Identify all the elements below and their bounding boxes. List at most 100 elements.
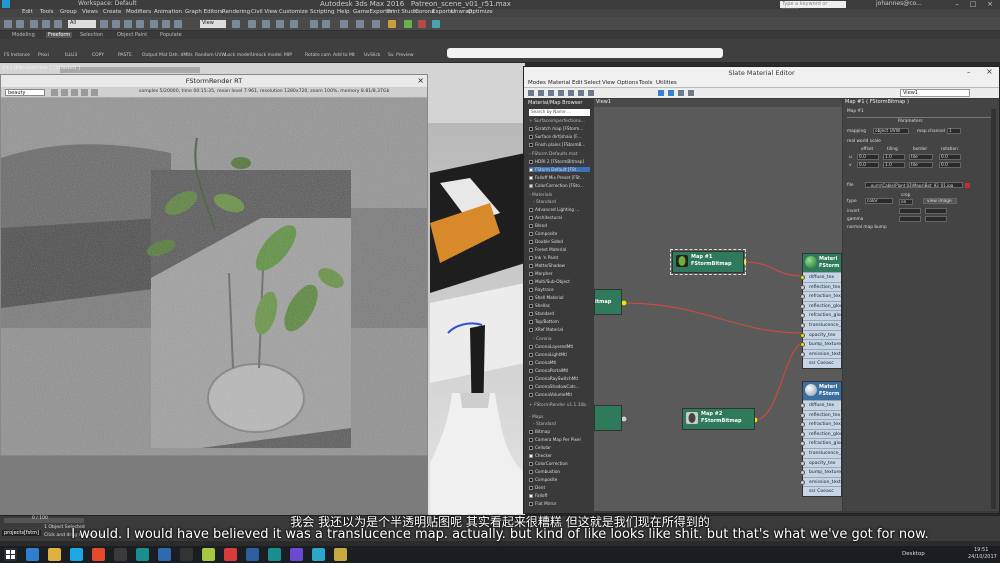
layout-icon[interactable] — [588, 90, 594, 96]
browser-group-header[interactable]: - Materials — [529, 193, 552, 198]
lay-out-children-icon[interactable] — [668, 90, 674, 96]
browser-item[interactable]: Forest Material — [529, 247, 566, 252]
show-background-icon[interactable] — [578, 90, 584, 96]
tab-populate[interactable]: Populate — [160, 32, 182, 38]
tool-lock-model[interactable]: Lock model — [225, 53, 251, 58]
slot-socket-icon[interactable] — [800, 332, 805, 338]
param-scrollbar[interactable] — [991, 109, 996, 509]
browser-subgroup-header[interactable]: - Standard — [533, 200, 556, 205]
slot-socket-icon[interactable] — [800, 303, 805, 309]
tab-modeling[interactable]: Modeling — [12, 32, 35, 38]
browser-group-header[interactable]: - Maps — [529, 415, 544, 420]
select-icon[interactable] — [100, 20, 108, 28]
render-preview[interactable] — [1, 98, 427, 455]
window-crossing-icon[interactable] — [136, 20, 144, 28]
menu-civil-view[interactable]: Civil View — [251, 9, 277, 15]
material1-node[interactable]: Materi FStorm diffuse_tex reflection_tex… — [800, 253, 846, 369]
slot-ssr[interactable]: ssr Coeasc — [803, 358, 841, 368]
slot-diffuse[interactable]: diffuse_tex — [800, 400, 841, 410]
browser-item[interactable]: Composite — [529, 477, 557, 482]
slot-bump[interactable]: bump_texture — [800, 339, 841, 349]
angle-snap-icon[interactable] — [262, 20, 270, 28]
browser-item[interactable]: Falloff Mix Preset [FSt... — [529, 175, 584, 180]
tool-output-mat[interactable]: Output Mat — [142, 53, 167, 58]
sme-menu-view[interactable]: View — [602, 80, 615, 86]
menu-optimize[interactable]: Optimize — [468, 9, 493, 15]
tool-uvslick[interactable]: UvSlick — [364, 53, 380, 58]
slot-socket-icon[interactable] — [800, 441, 805, 447]
scale-icon[interactable] — [174, 20, 182, 28]
tool-rotate-cam[interactable]: Rotate cam — [305, 53, 331, 58]
close-icon[interactable]: × — [983, 0, 997, 9]
mapping-dropdown[interactable]: object UVW — [873, 128, 909, 134]
browser-item[interactable]: Dent — [529, 485, 545, 490]
slot-socket-icon[interactable] — [800, 422, 805, 428]
move-children-icon[interactable] — [558, 90, 564, 96]
slot-socket-icon[interactable] — [800, 342, 805, 348]
render-frame-icon[interactable] — [418, 20, 426, 28]
slot-opacity[interactable]: opacity_tex — [800, 457, 841, 468]
slot-emission[interactable]: emission_textu — [800, 476, 844, 487]
curve-editor-icon[interactable] — [356, 20, 364, 28]
spinner-snap-icon[interactable] — [290, 20, 298, 28]
align-icon[interactable] — [322, 20, 330, 28]
tiling-v-spinner[interactable]: 1.0 — [883, 162, 905, 168]
delete-icon[interactable] — [548, 90, 554, 96]
app-icon[interactable] — [180, 548, 193, 561]
browser-item[interactable]: ColorCorrection [FSto... — [529, 183, 584, 188]
reference-coord-dropdown[interactable]: View — [200, 20, 226, 28]
map-channel-spinner[interactable]: 1 — [947, 128, 961, 134]
sme-menu-edit[interactable]: Edit — [572, 80, 583, 86]
desktop-toolbar-label[interactable]: Desktop — [902, 551, 925, 557]
menu-modifiers[interactable]: Modifiers — [126, 9, 151, 15]
browser-item[interactable]: Shell Material — [529, 295, 564, 300]
menu-edit[interactable]: Edit — [22, 9, 33, 15]
material2-node[interactable]: Materi FStorm diffuse_tex reflection_tex… — [800, 381, 846, 497]
close-icon[interactable]: × — [417, 76, 424, 85]
channel-dropdown[interactable]: beauty — [5, 89, 45, 96]
browser-item-selected[interactable]: FStorm Default [FSt... — [529, 167, 590, 172]
browser-item[interactable]: CoronaLayeredMtl — [529, 344, 573, 349]
snap-icon[interactable] — [248, 20, 256, 28]
view-image-button[interactable]: view image — [923, 198, 957, 204]
menu-help[interactable]: Help — [337, 9, 350, 15]
browser-item[interactable]: Blend — [529, 223, 547, 228]
browser-item[interactable]: CoronaShadowCatc... — [529, 384, 580, 389]
bind-icon[interactable] — [54, 20, 62, 28]
3dsmax-icon[interactable] — [136, 548, 149, 561]
browser-item[interactable]: Flat Mirror — [529, 501, 556, 506]
browser-item[interactable]: Advanced Lighting ... — [529, 207, 579, 212]
slot-refraction[interactable]: refraction_tex — [800, 291, 841, 301]
param-map-name[interactable]: Map #1 — [847, 109, 864, 114]
browser-item[interactable]: ColorCorrection — [529, 461, 568, 466]
region-icon[interactable] — [71, 89, 78, 96]
view-dropdown[interactable]: View1 — [900, 89, 970, 97]
app-icon[interactable] — [202, 548, 215, 561]
select-by-name-icon[interactable] — [112, 20, 120, 28]
browser-item[interactable]: CoronaLightMtl — [529, 352, 567, 357]
slot-translucence[interactable]: translucence_te — [800, 319, 846, 330]
unlink-icon[interactable] — [42, 20, 50, 28]
browser-item[interactable]: Cellular — [529, 445, 551, 450]
tool-illu3[interactable]: ILLU3 — [65, 53, 77, 58]
move-icon[interactable] — [150, 20, 158, 28]
clock-time[interactable]: 19:51 — [974, 547, 988, 553]
tool-random-uvw[interactable]: Random UVW — [195, 53, 226, 58]
browser-subgroup-header[interactable]: - Standard — [533, 422, 556, 427]
browser-item[interactable]: Camera Map Per Pixel — [529, 437, 581, 442]
workspace-selector[interactable]: Workspace: Default — [78, 0, 137, 7]
slot-emission[interactable]: emission_textu — [800, 348, 844, 359]
sme-menu-material[interactable]: Material — [548, 80, 570, 86]
rotation-v-spinner[interactable]: 0.0 — [939, 162, 961, 168]
app-icon[interactable] — [114, 548, 127, 561]
browser-item[interactable]: Matte/Shadow — [529, 263, 565, 268]
app-logo-icon[interactable] — [2, 0, 10, 8]
browser-item[interactable]: Top/Bottom — [529, 319, 559, 324]
viewport-label[interactable]: [+] [Perspective ] [Shaded ] — [3, 65, 80, 71]
browser-item[interactable]: Raytrace — [529, 287, 554, 292]
menu-tools[interactable]: Tools — [40, 9, 54, 15]
browser-item[interactable]: Checker — [529, 453, 552, 458]
rotate-icon[interactable] — [162, 20, 170, 28]
maximize-icon[interactable]: □ — [966, 0, 980, 9]
browser-item[interactable]: Scratch map [FStorm... — [529, 126, 583, 131]
